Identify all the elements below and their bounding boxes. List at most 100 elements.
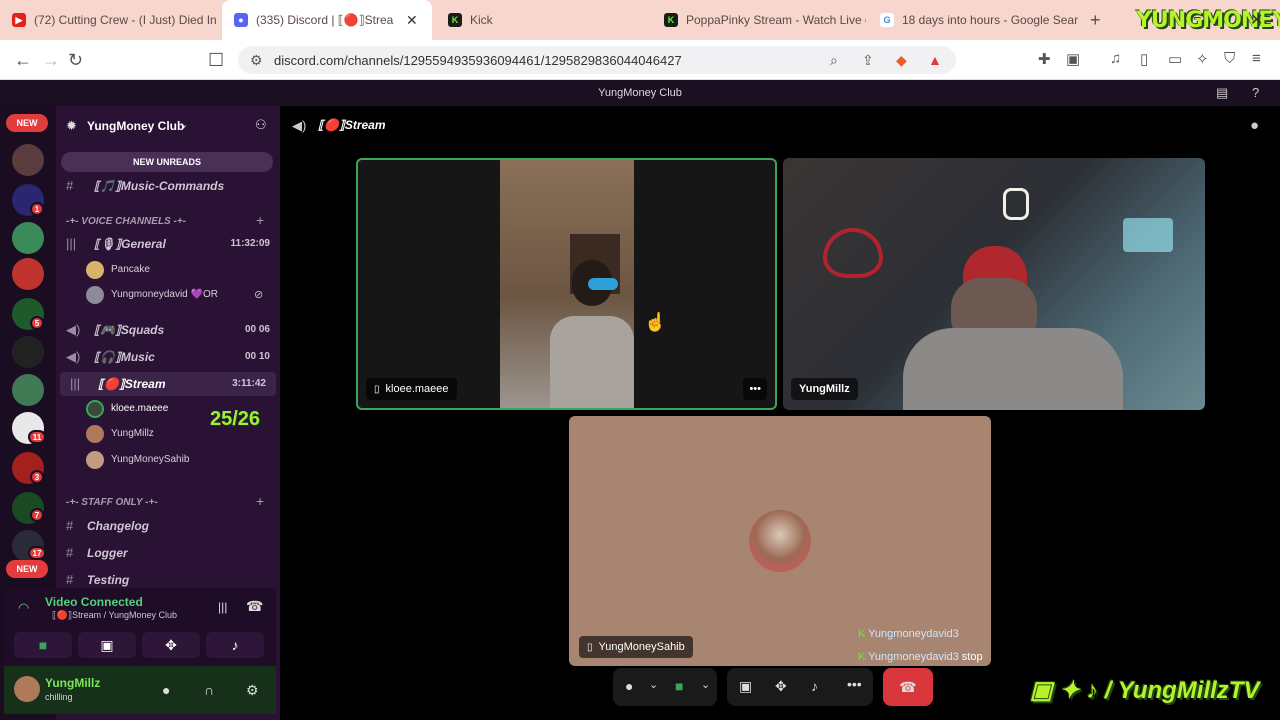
url-text: discord.com/channels/1295594935936094461… — [274, 53, 682, 68]
mic-camera-group: ● ⌄ ■ ⌄ — [613, 668, 717, 706]
close-tab-icon[interactable]: ✕ — [406, 12, 418, 29]
channel-changelog[interactable]: # Changelog — [56, 514, 280, 538]
settings-gear-icon[interactable]: ⚙ — [246, 682, 259, 699]
chevron-down-icon[interactable]: ⌄ — [649, 678, 658, 691]
soundboard-icon[interactable]: ♪ — [811, 678, 818, 694]
address-bar: ← → ↻ ☐ ⚙ discord.com/channels/129559493… — [0, 40, 1280, 80]
voice-channel-general[interactable]: ||| ⟦🎙⟧General 11:32:09 — [56, 232, 280, 256]
social-handle-banner: ▣ ✦ ♪ / YungMillzTV — [1030, 676, 1259, 705]
zoom-icon[interactable]: ⌕ — [830, 52, 838, 69]
social-icons: ▣ ✦ ♪ — [1030, 677, 1105, 704]
new-unreads-bar[interactable]: NEW UNREADS — [61, 152, 273, 172]
create-channel-icon[interactable]: + — [256, 212, 264, 228]
new-tab-icon[interactable]: + — [1090, 10, 1101, 31]
tile-name-label: ▯ YungMoneySahib — [579, 636, 693, 658]
more-options-icon[interactable]: ••• — [743, 378, 767, 400]
headphones-icon[interactable]: ∩ — [204, 682, 214, 698]
tab-google[interactable]: G 18 days into hours - Google Searc — [868, 0, 1078, 40]
leo-icon[interactable]: ✧ — [1196, 50, 1209, 68]
inbox-icon[interactable]: ▤ — [1216, 85, 1228, 101]
server-header[interactable]: ✹ YungMoney Club ⌄ ⚇ — [56, 106, 280, 146]
tab-search-icon[interactable]: ▣ — [1066, 50, 1080, 68]
voice-channel-squads[interactable]: ◀) ⟦🎮⟧Squads 00 06 — [56, 318, 280, 342]
activities-icon[interactable]: ✥ — [775, 678, 787, 695]
server-icon[interactable] — [12, 144, 44, 176]
reload-icon[interactable]: ↻ — [68, 50, 83, 71]
screen-share-icon[interactable]: ▣ — [739, 678, 752, 695]
wallet-icon[interactable]: ▭ — [1168, 50, 1182, 68]
brave-rewards-icon[interactable]: ▲ — [928, 52, 942, 68]
speaker-icon: ◀) — [66, 322, 81, 337]
tile-name: YungMillz — [799, 383, 850, 395]
microphone-icon[interactable]: ● — [162, 682, 170, 698]
server-icon[interactable] — [12, 336, 44, 368]
video-tile-kloee[interactable]: ▯ kloee.maeee ••• — [356, 158, 777, 410]
call-actions-group: ▣ ✥ ♪ ••• — [727, 668, 873, 706]
invite-icon[interactable]: ⚇ — [255, 117, 267, 133]
social-handle: / YungMillzTV — [1104, 677, 1260, 704]
brave-shield-icon[interactable]: ◆ — [896, 52, 907, 69]
forward-icon[interactable]: → — [42, 50, 60, 71]
kick-badge-icon: K — [858, 628, 866, 640]
channel-timer: 3:11:42 — [232, 378, 266, 389]
channel-music-commands[interactable]: # ⟦🎵⟧Music-Commands — [56, 174, 280, 198]
microphone-icon[interactable]: ● — [625, 678, 633, 694]
category-staff-only[interactable]: -+- STAFF ONLY -+- — [66, 497, 158, 508]
tile-name: kloee.maeee — [385, 383, 449, 395]
camera-button[interactable]: ■ — [14, 632, 72, 658]
tab-title: 18 days into hours - Google Searc — [902, 13, 1078, 27]
music-icon[interactable]: ♫ — [1110, 50, 1121, 67]
activities-button[interactable]: ✥ — [142, 632, 200, 658]
menu-icon[interactable]: ≡ — [1252, 50, 1261, 67]
voice-channel-path[interactable]: ⟦🔴⟧Stream / YungMoney Club — [52, 610, 177, 621]
hang-up-button[interactable]: ☎ — [883, 668, 933, 706]
disconnect-icon[interactable]: ☎ — [246, 598, 263, 615]
soundboard-button[interactable]: ♪ — [206, 632, 264, 658]
unread-badge: 1 — [30, 202, 44, 216]
noise-suppression-icon[interactable]: ||| — [218, 600, 227, 614]
chevron-down-icon[interactable]: ⌄ — [701, 678, 710, 691]
voice-active-icon: ||| — [70, 376, 81, 391]
tab-poppapinky[interactable]: K PoppaPinky Stream - Watch Live o — [652, 0, 866, 40]
avatar — [86, 261, 104, 279]
video-tile-yungmillz[interactable]: YungMillz — [783, 158, 1205, 410]
camera-icon[interactable]: ■ — [675, 678, 683, 694]
bookmark-icon[interactable]: ☐ — [208, 50, 224, 71]
tab-title: (335) Discord | ⟦🔴⟧Strea — [256, 13, 394, 27]
back-icon[interactable]: ← — [14, 50, 32, 71]
window-close-icon[interactable]: ✕ — [1250, 10, 1263, 30]
more-options-icon[interactable]: ••• — [847, 676, 862, 692]
mobile-icon: ▯ — [374, 383, 380, 395]
tab-kick[interactable]: K Kick — [436, 0, 646, 40]
chat-bubble-icon[interactable]: ● — [1250, 117, 1259, 134]
extensions-icon[interactable]: ✚ — [1038, 50, 1051, 68]
window-title: YungMoney Club — [598, 87, 682, 99]
site-info-icon[interactable]: ⚙ — [250, 52, 263, 69]
help-icon[interactable]: ? — [1252, 85, 1259, 100]
server-name: YungMoney Club — [87, 119, 185, 133]
server-icon[interactable] — [12, 374, 44, 406]
channel-logger[interactable]: # Logger — [56, 541, 280, 565]
share-icon[interactable]: ⇪ — [862, 52, 874, 69]
vpn-icon[interactable]: ⛉ — [1224, 50, 1235, 67]
voice-channel-music[interactable]: ◀) ⟦🎧⟧Music 00 10 — [56, 345, 280, 369]
server-icon[interactable] — [12, 222, 44, 254]
voice-channel-stream[interactable]: ||| ⟦🔴⟧Stream 3:11:42 — [60, 372, 276, 396]
voice-connected-label[interactable]: Video Connected — [45, 595, 143, 609]
tab-youtube[interactable]: ▶ (72) Cutting Crew - (I Just) Died In — [0, 0, 218, 40]
sidebar-icon[interactable]: ▯ — [1140, 50, 1148, 68]
unread-badge: 3 — [30, 470, 44, 484]
new-pill-top[interactable]: NEW — [6, 114, 48, 132]
avatar[interactable] — [14, 676, 40, 702]
channel-label: ⟦🎧⟧Music — [94, 350, 155, 364]
screen-share-button[interactable]: ▣ — [78, 632, 136, 658]
url-field[interactable]: ⚙ discord.com/channels/12955949359360944… — [238, 46, 956, 74]
new-pill-bottom[interactable]: NEW — [6, 560, 48, 578]
light-decor — [1003, 188, 1029, 220]
unread-badge: 11 — [28, 430, 46, 444]
window-glow — [1123, 218, 1173, 252]
create-channel-icon[interactable]: + — [256, 493, 264, 509]
server-icon[interactable] — [12, 258, 44, 290]
category-voice-channels[interactable]: -+- VOICE CHANNELS -+- — [66, 216, 186, 227]
tab-discord[interactable]: ● (335) Discord | ⟦🔴⟧Strea ✕ — [222, 0, 432, 40]
